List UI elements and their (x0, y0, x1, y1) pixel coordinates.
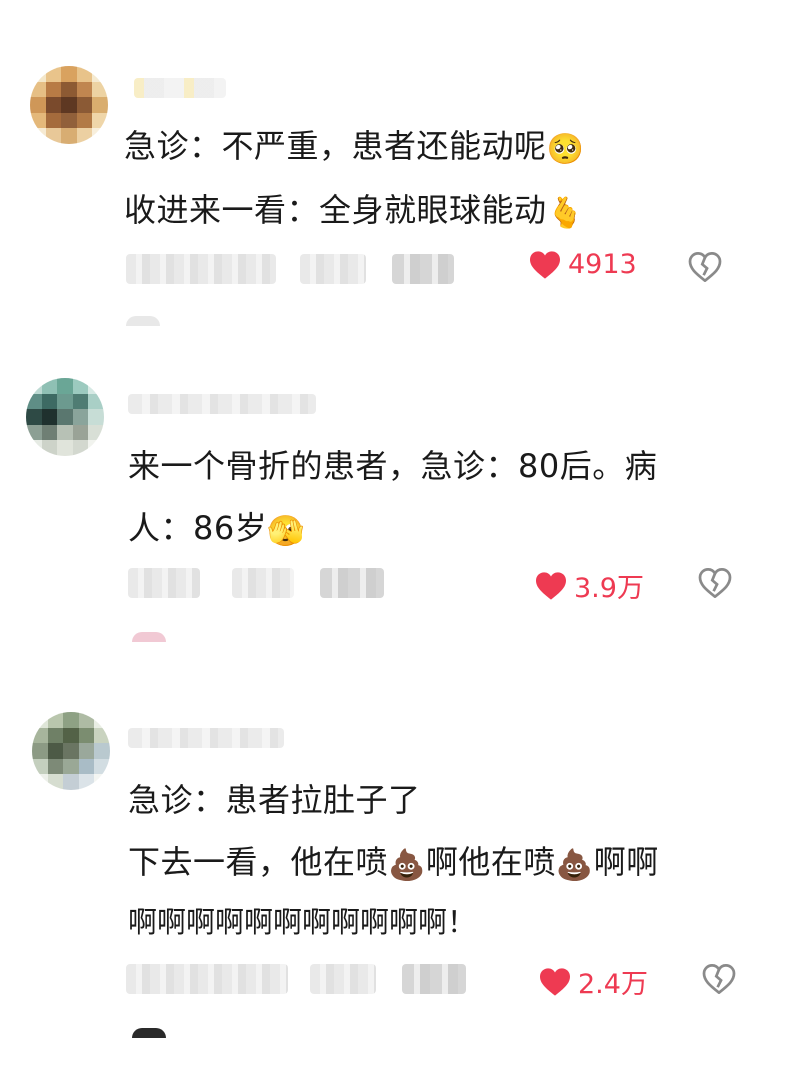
comment-text-line: 啊啊啊啊啊啊啊啊啊啊啊！ (128, 905, 477, 939)
heart-icon (538, 967, 572, 997)
like-count: 2.4万 (578, 969, 648, 1000)
comment-text-line: 急诊：患者拉肚子了 (128, 781, 421, 819)
username-blurred[interactable] (128, 394, 316, 414)
avatar[interactable] (30, 66, 108, 144)
reply-button-blurred[interactable] (402, 964, 466, 994)
reply-avatar-stub (132, 632, 166, 642)
broken-heart-icon[interactable] (702, 964, 736, 994)
heart-icon (534, 571, 568, 601)
reply-button-blurred[interactable] (392, 254, 454, 284)
avatar[interactable] (26, 378, 104, 456)
location-blurred (310, 964, 376, 994)
face-with-hand-over-mouth-icon: 🫣 (267, 514, 306, 549)
like-count: 4913 (568, 249, 637, 280)
heart-icon (528, 250, 562, 280)
reply-avatar-stub (126, 316, 160, 326)
broken-heart-icon[interactable] (688, 252, 722, 282)
timestamp-blurred (126, 254, 276, 284)
timestamp-blurred (126, 964, 288, 994)
username-blurred[interactable] (134, 78, 226, 98)
comment-text-line: 来一个骨折的患者，急诊：80后。病 (128, 447, 658, 485)
reply-avatar-stub (132, 1028, 166, 1038)
like-button[interactable]: 4913 (528, 249, 637, 280)
pile-of-poo-icon: 💩 (388, 848, 426, 883)
username-blurred[interactable] (128, 728, 284, 748)
avatar[interactable] (32, 712, 110, 790)
timestamp-blurred (128, 568, 200, 598)
broken-heart-icon[interactable] (698, 568, 732, 598)
comment-text-line: 人：86岁🫣 (128, 509, 306, 549)
reply-button-blurred[interactable] (320, 568, 384, 598)
like-button[interactable]: 3.9万 (534, 566, 644, 605)
like-button[interactable]: 2.4万 (538, 962, 648, 1001)
comment-text-line: 收进来一看：全身就眼球能动🫰 (124, 191, 585, 231)
comment-text-line: 下去一看，他在喷💩啊他在喷💩啊啊 (128, 843, 659, 883)
comment-text-line: 急诊：不严重，患者还能动呢🥺 (124, 127, 585, 167)
location-blurred (232, 568, 294, 598)
like-count: 3.9万 (574, 573, 644, 604)
pleading-face-icon: 🥺 (546, 132, 585, 167)
location-blurred (300, 254, 366, 284)
pile-of-poo-icon: 💩 (555, 848, 594, 883)
finger-heart-icon: 🫰 (546, 196, 585, 231)
